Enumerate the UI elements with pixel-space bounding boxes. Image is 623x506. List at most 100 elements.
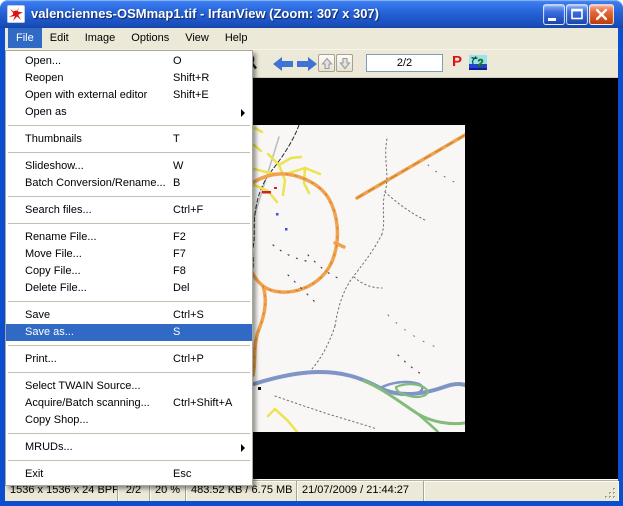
menu-item-shortcut: S (173, 324, 180, 341)
file-menu-item[interactable]: Batch Conversion/Rename... B (6, 175, 252, 192)
window-title: valenciennes-OSMmap1.tif - IrfanView (Zo… (31, 0, 379, 28)
file-menu-item[interactable]: Select TWAIN Source... (6, 378, 252, 395)
file-menu-item[interactable]: Exit Esc (6, 466, 252, 483)
arrow-up-icon (321, 57, 333, 70)
page-number-field[interactable] (366, 54, 443, 72)
menu-item-label: Open as (25, 104, 67, 121)
menu-item-label: Reopen (25, 70, 64, 87)
menu-item-shortcut: Ctrl+Shift+A (173, 395, 232, 412)
page-up-button[interactable] (318, 54, 335, 72)
menubar-item[interactable]: File (8, 28, 42, 48)
app-icon[interactable] (7, 5, 25, 23)
file-menu-item[interactable]: Delete File... Del (6, 280, 252, 297)
menubar-item[interactable]: View (177, 28, 217, 48)
menu-separator (8, 433, 250, 434)
menu-item-shortcut: Esc (173, 466, 191, 483)
menu-separator (8, 301, 250, 302)
resize-grip[interactable] (604, 487, 617, 500)
irfanview-window: valenciennes-OSMmap1.tif - IrfanView (Zo… (0, 0, 623, 506)
file-menu-item[interactable]: Slideshow... W (6, 158, 252, 175)
menubar-item[interactable]: Help (217, 28, 256, 48)
file-menu-item[interactable]: Copy Shop... (6, 412, 252, 429)
menu-item-shortcut: F8 (173, 263, 186, 280)
file-menu-item[interactable]: Save as... S (6, 324, 252, 341)
arrow-down-icon (339, 57, 351, 70)
menu-separator (8, 460, 250, 461)
menu-item-shortcut: Shift+R (173, 70, 209, 87)
menubar-item-label: Help (225, 32, 248, 44)
menu-separator (8, 345, 250, 346)
maximize-button[interactable] (566, 4, 588, 25)
menu-separator (8, 125, 250, 126)
menu-item-shortcut: W (173, 158, 183, 175)
menu-separator (8, 152, 250, 153)
file-menu-item[interactable]: Rename File... F2 (6, 229, 252, 246)
menubar-item[interactable]: Options (123, 28, 177, 48)
menu-item-label: Print... (25, 351, 57, 368)
menu-item-label: Search files... (25, 202, 92, 219)
page-down-button[interactable] (336, 54, 353, 72)
menu-item-shortcut: Ctrl+P (173, 351, 204, 368)
close-icon (590, 5, 613, 24)
menu-item-label: Thumbnails (25, 131, 82, 148)
file-menu-item[interactable]: Save Ctrl+S (6, 307, 252, 324)
menu-item-label: Select TWAIN Source... (25, 378, 141, 395)
menu-item-label: Move File... (25, 246, 82, 263)
menu-item-label: Copy Shop... (25, 412, 89, 429)
menu-item-shortcut: T (173, 131, 180, 148)
menu-item-label: Open with external editor (25, 87, 147, 104)
menubar-item-label: File (16, 32, 34, 44)
menu-item-shortcut: O (173, 53, 182, 70)
multipage-image-icon[interactable]: 2 (469, 55, 487, 70)
minimize-icon (544, 5, 564, 24)
menu-separator (8, 223, 250, 224)
submenu-arrow-icon (241, 109, 245, 117)
menu-item-label: Copy File... (25, 263, 81, 280)
next-image-icon[interactable] (297, 57, 317, 74)
statusbar-cell: 21/07/2009 / 21:44:27 (297, 481, 424, 501)
file-menu-item[interactable]: Open with external editor Shift+E (6, 87, 252, 104)
menubar-item-label: Options (131, 32, 169, 44)
file-menu-item[interactable]: Open... O (6, 53, 252, 70)
menu-item-label: Open... (25, 53, 61, 70)
menu-item-label: Rename File... (25, 229, 97, 246)
menu-separator (8, 372, 250, 373)
menu-item-label: Slideshow... (25, 158, 84, 175)
menu-separator (8, 196, 250, 197)
menu-item-label: Delete File... (25, 280, 87, 297)
print-p-icon[interactable]: P (449, 53, 465, 70)
maximize-icon (567, 5, 587, 24)
menubar: File Edit Image Options View Help (5, 28, 618, 49)
file-menu-item[interactable]: Open as (6, 104, 252, 121)
menu-item-label: Save as... (25, 324, 74, 341)
file-menu-item[interactable]: Reopen Shift+R (6, 70, 252, 87)
file-menu-item[interactable]: Move File... F7 (6, 246, 252, 263)
previous-image-icon[interactable] (273, 57, 293, 74)
file-menu-dropdown: Open... O Reopen Shift+R Open with exter… (5, 50, 253, 486)
menu-item-shortcut: Shift+E (173, 87, 209, 104)
menu-item-shortcut: Del (173, 280, 190, 297)
menubar-item[interactable]: Image (77, 28, 124, 48)
file-menu-item[interactable]: MRUDs... (6, 439, 252, 456)
svg-text:2: 2 (478, 58, 484, 70)
statusbar-cell (424, 481, 618, 501)
minimize-button[interactable] (543, 4, 565, 25)
file-menu-item[interactable]: Thumbnails T (6, 131, 252, 148)
menu-item-shortcut: F7 (173, 246, 186, 263)
submenu-arrow-icon (241, 444, 245, 452)
menu-item-shortcut: Ctrl+S (173, 307, 204, 324)
file-menu-item[interactable]: Print... Ctrl+P (6, 351, 252, 368)
menubar-item-label: Image (85, 32, 116, 44)
menubar-item[interactable]: Edit (42, 28, 77, 48)
menubar-item-label: Edit (50, 32, 69, 44)
close-button[interactable] (589, 4, 614, 25)
file-menu-item[interactable]: Acquire/Batch scanning... Ctrl+Shift+A (6, 395, 252, 412)
menu-item-shortcut: Ctrl+F (173, 202, 203, 219)
menu-item-label: Save (25, 307, 50, 324)
menu-item-label: Acquire/Batch scanning... (25, 395, 150, 412)
menu-item-label: Exit (25, 466, 43, 483)
file-menu-item[interactable]: Search files... Ctrl+F (6, 202, 252, 219)
file-menu-item[interactable]: Copy File... F8 (6, 263, 252, 280)
titlebar[interactable]: valenciennes-OSMmap1.tif - IrfanView (Zo… (0, 0, 623, 28)
statusbar-cell-text: 21/07/2009 / 21:44:27 (302, 484, 409, 496)
